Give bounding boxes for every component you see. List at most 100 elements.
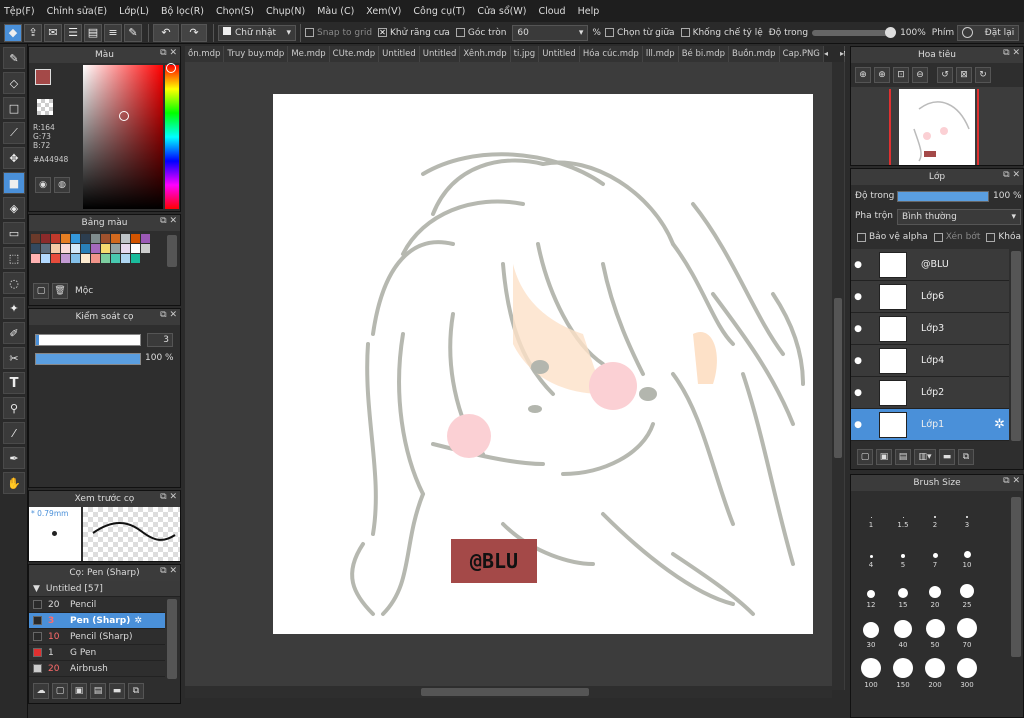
palette-swatch[interactable] [71, 244, 80, 253]
palette-swatch[interactable] [141, 244, 150, 253]
brush-size-cell[interactable]: 1 [855, 497, 887, 529]
palette-swatch[interactable] [81, 234, 90, 243]
brush-size-cell[interactable]: 25 [951, 577, 983, 609]
palette-swatch[interactable] [141, 234, 150, 243]
tab-4[interactable]: Untitled [379, 46, 420, 62]
round-corner-checkbox[interactable]: Góc tròn [455, 28, 506, 38]
antialias-checkbox[interactable]: ✕ Khử răng cưa [378, 28, 450, 38]
palette-swatch[interactable] [61, 244, 70, 253]
layer-folder-icon[interactable]: ▬ [939, 449, 955, 465]
gear-icon[interactable]: ✲ [134, 616, 142, 626]
color-square[interactable] [83, 65, 163, 209]
share-icon[interactable]: ⇪ [24, 23, 42, 42]
tab-prev-icon[interactable]: ◂ [824, 46, 828, 62]
brush-group-row[interactable]: ▼ Untitled [57] [29, 581, 180, 597]
palette-swatch[interactable] [41, 234, 50, 243]
layer-row[interactable]: ● @BLU [851, 249, 1009, 281]
brush-item[interactable]: 1G Pen [29, 645, 165, 661]
brush-size-cell[interactable]: 1.5 [887, 497, 919, 529]
palette-swatch[interactable] [131, 234, 140, 243]
rotate-right-icon[interactable]: ↻ [975, 67, 991, 83]
menu-item-8[interactable]: Công cụ(T) [413, 6, 465, 17]
tab-0[interactable]: ồn.mdp [185, 46, 225, 62]
tab-6[interactable]: Xênh.mdp [460, 46, 511, 62]
palette-swatch[interactable] [111, 234, 120, 243]
rotate-left-icon[interactable]: ↺ [937, 67, 953, 83]
fit-icon[interactable]: ⊡ [893, 67, 909, 83]
brush-folder-icon[interactable]: ▬ [109, 683, 125, 699]
panel-close-icon[interactable]: ⧉ ✕ [160, 566, 177, 576]
round-corner-input[interactable]: 60 ▾ [512, 24, 589, 41]
layer-row[interactable]: ● Lớp1 ✲ [851, 409, 1009, 441]
palette-swatch[interactable] [51, 244, 60, 253]
brush-copy-icon[interactable]: ⧉ [128, 683, 144, 699]
protect-alpha-checkbox[interactable]: Bảo vệ alpha [857, 232, 928, 242]
brush-size-cell[interactable]: 30 [855, 617, 887, 649]
brush-size-cell[interactable]: 15 [887, 577, 919, 609]
palette-swatch[interactable] [91, 234, 100, 243]
layer-row[interactable]: ● Lớp3 [851, 313, 1009, 345]
operation-tool-icon[interactable]: ⚲ [3, 397, 25, 419]
canvas-hscroll[interactable] [185, 686, 832, 698]
panel-close-icon[interactable]: ⧉ ✕ [1003, 170, 1020, 180]
gear-icon[interactable]: ✲ [994, 417, 1005, 432]
palette-swatch[interactable] [91, 254, 100, 263]
brush-size-cell[interactable]: 5 [887, 537, 919, 569]
menu-item-10[interactable]: Cloud [538, 6, 565, 17]
brush-list-scrollbar[interactable] [167, 599, 177, 679]
palette-swatch[interactable] [81, 254, 90, 263]
brush-size-cell[interactable]: 4 [855, 537, 887, 569]
palette-swatch[interactable] [121, 234, 130, 243]
rectangle-tool-icon[interactable]: □ [3, 97, 25, 119]
palette-swatch[interactable] [111, 254, 120, 263]
brush-new-icon[interactable]: ▢ [52, 683, 68, 699]
palette-swatch[interactable] [121, 244, 130, 253]
tab-5[interactable]: Untitled [419, 46, 461, 62]
layer-opacity-slider[interactable] [897, 191, 989, 202]
brush-item[interactable]: 3 Pen (Sharp) ✲ [29, 613, 165, 629]
brush-item[interactable]: 10 Pencil (Sharp) [29, 629, 165, 645]
palette-swatch[interactable] [51, 254, 60, 263]
app-logo-icon[interactable]: ◆ [4, 23, 22, 42]
reset-view-icon[interactable]: ⊠ [956, 67, 972, 83]
palette-swatch[interactable] [101, 254, 110, 263]
layer-row[interactable]: ● Lớp4 [851, 345, 1009, 377]
tab-9[interactable]: Hóa cúc.mdp [579, 46, 643, 62]
tab-2[interactable]: Me.mdp [288, 46, 330, 62]
canvas-vscroll[interactable] [832, 62, 844, 690]
panel-close-icon[interactable]: ⧉ ✕ [160, 492, 177, 502]
menu-item-7[interactable]: Xem(V) [366, 6, 401, 17]
lasso-tool-icon[interactable]: ◌ [3, 272, 25, 294]
reset-button[interactable]: Đặt lại [957, 24, 1020, 41]
brush-tool-icon[interactable]: ✎ [3, 47, 25, 69]
pen-tool-icon[interactable]: ✒ [3, 447, 25, 469]
panel-close-icon[interactable]: ⧉ ✕ [160, 48, 177, 58]
palette-swatch[interactable] [101, 244, 110, 253]
brush-settings-icon[interactable]: ▤ [90, 683, 106, 699]
brush-size-cell[interactable]: 100 [855, 657, 887, 689]
edit-icon[interactable]: ✎ [124, 23, 142, 42]
panel-close-icon[interactable]: ⧉ ✕ [160, 216, 177, 226]
menu-item-5[interactable]: Chụp(N) [266, 6, 305, 17]
brush-size-value[interactable]: 3 [147, 333, 173, 347]
palette-swatch[interactable] [71, 254, 80, 263]
menu-item-1[interactable]: Chỉnh sửa(E) [47, 6, 108, 17]
comment-icon[interactable]: ✉ [44, 23, 62, 42]
tab-13[interactable]: Cap.PNG [779, 46, 824, 62]
transparent-color[interactable] [37, 99, 53, 115]
select-pen-tool-icon[interactable]: ✐ [3, 322, 25, 344]
tab-11[interactable]: Bé bi.mdp [678, 46, 729, 62]
eraser-tool-icon[interactable]: ◇ [3, 72, 25, 94]
palette-scrollbar[interactable] [167, 235, 177, 267]
snap-to-grid-checkbox[interactable]: Snap to grid [305, 28, 372, 38]
color-picker-icon[interactable]: ◍ [54, 177, 70, 193]
panel-close-icon[interactable]: ⧉ ✕ [1003, 48, 1020, 58]
brush-cloud-icon[interactable]: ☁ [33, 683, 49, 699]
brush-size-scrollbar[interactable] [1011, 497, 1021, 657]
new-layer-8bit-icon[interactable]: ▣ [876, 449, 892, 465]
palette-swatch[interactable] [41, 244, 50, 253]
layer-row[interactable]: ● Lớp6 [851, 281, 1009, 313]
tab-next-icon[interactable]: ▸ [840, 46, 844, 62]
palette-swatch[interactable] [71, 234, 80, 243]
palette-swatch[interactable] [31, 234, 40, 243]
